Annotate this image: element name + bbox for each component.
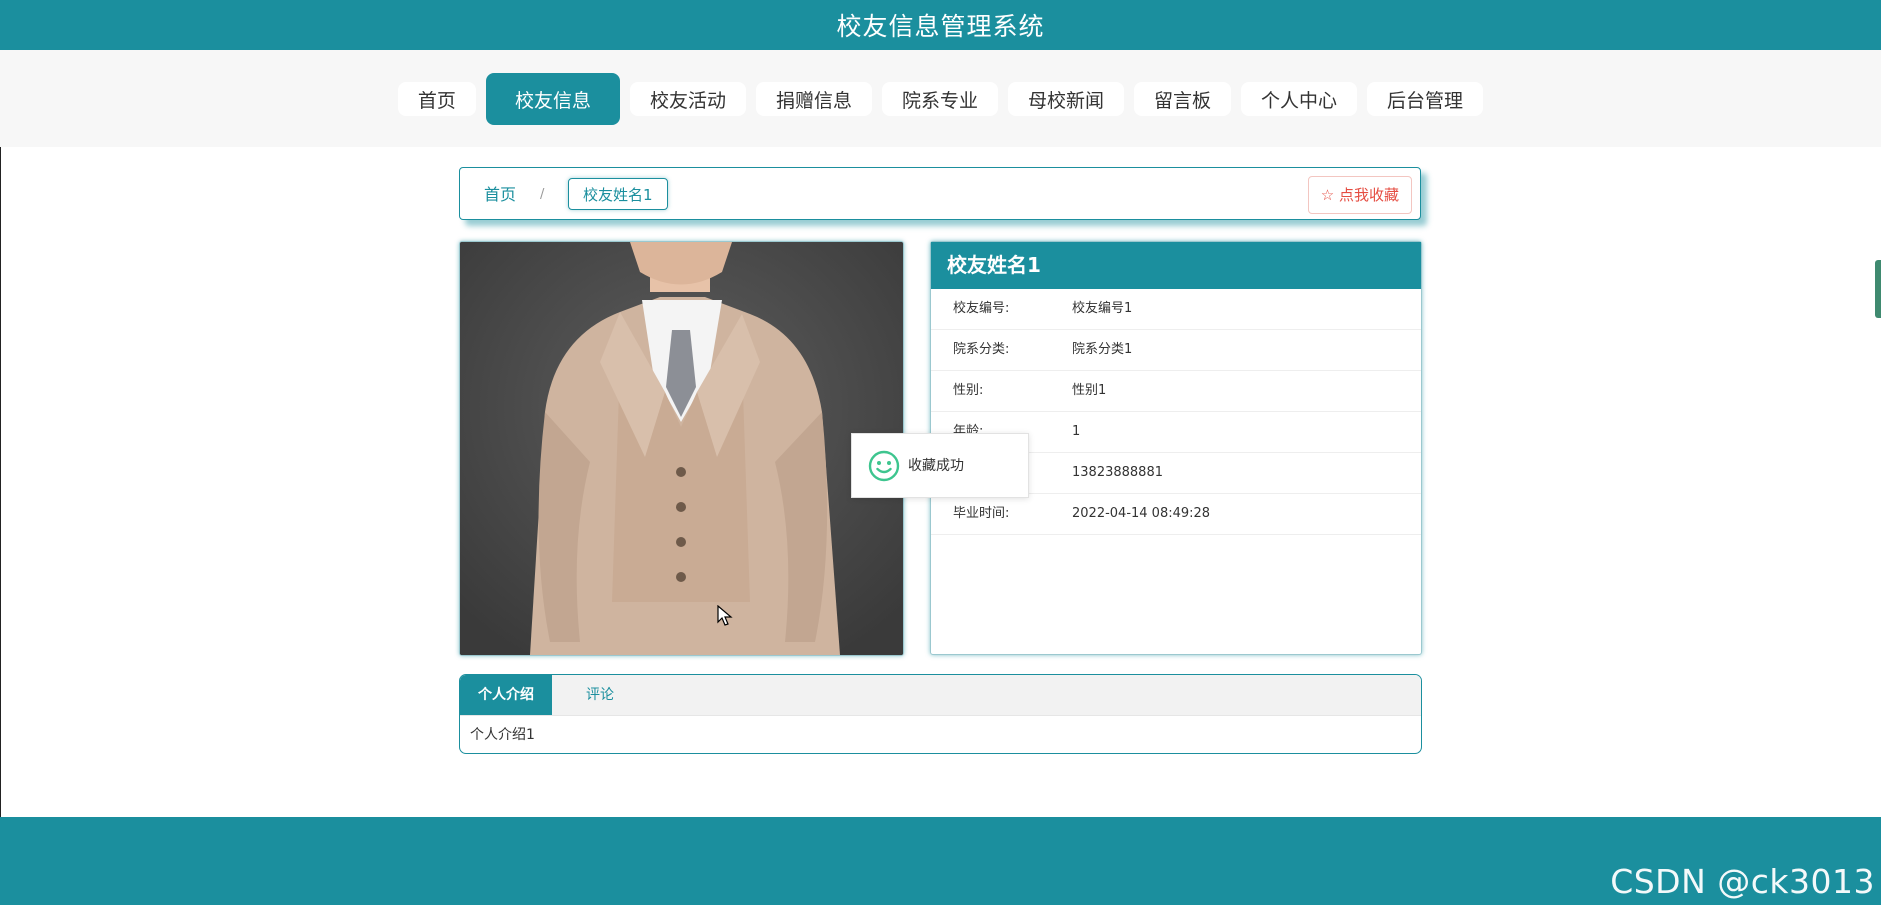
info-value: 13823888881	[1072, 465, 1163, 480]
site-header: 校友信息管理系统	[0, 0, 1881, 50]
info-key: 院系分类:	[953, 342, 1010, 357]
nav-item-admin[interactable]: 后台管理	[1367, 82, 1484, 116]
nav-item-alumni-activities[interactable]: 校友活动	[629, 82, 746, 116]
info-value: 校友编号1	[1072, 301, 1133, 316]
breadcrumb-current: 校友姓名1	[568, 178, 668, 210]
toast-message: 收藏成功	[908, 458, 964, 474]
smile-icon	[868, 450, 900, 482]
main-nav: 首页 校友信息 校友活动 捐赠信息 院系专业 母校新闻 留言板 个人中心 后台管…	[0, 73, 1881, 125]
mouse-cursor-icon	[717, 605, 733, 626]
nav-item-departments[interactable]: 院系专业	[881, 82, 998, 116]
info-key: 性别:	[953, 383, 984, 398]
tab-header: 个人介绍 评论	[460, 675, 1421, 716]
breadcrumb: 首页 / 校友姓名1 ☆ 点我收藏	[459, 167, 1421, 220]
info-value: 1	[1072, 424, 1081, 439]
tab-comments[interactable]: 评论	[552, 675, 648, 715]
scrollbar-thumb[interactable]	[1875, 260, 1881, 318]
nav-item-donations[interactable]: 捐赠信息	[755, 82, 872, 116]
nav-item-school-news[interactable]: 母校新闻	[1008, 82, 1125, 116]
breadcrumb-separator: /	[540, 187, 545, 202]
breadcrumb-home-link[interactable]: 首页	[484, 168, 516, 221]
detail-tabs: 个人介绍 评论 个人介绍1	[459, 674, 1422, 754]
tab-personal-intro[interactable]: 个人介绍	[460, 675, 552, 715]
info-key: 校友编号:	[953, 301, 1010, 316]
favorite-button[interactable]: ☆ 点我收藏	[1307, 176, 1412, 214]
alumni-name-heading: 校友姓名1	[931, 242, 1421, 289]
info-row-gender: 性别: 性别1	[931, 371, 1421, 412]
nav-item-message-board[interactable]: 留言板	[1134, 82, 1232, 116]
tab-content: 个人介绍1	[470, 727, 535, 743]
nav-item-personal-center[interactable]: 个人中心	[1241, 82, 1358, 116]
info-key: 毕业时间:	[953, 506, 1010, 521]
watermark: CSDN @ck3013	[1610, 862, 1875, 901]
site-title: 校友信息管理系统	[836, 12, 1045, 41]
success-toast: 收藏成功	[851, 433, 1029, 498]
person-photo-illustration	[460, 242, 903, 655]
window-edge	[0, 147, 1, 817]
site-footer	[0, 817, 1881, 905]
nav-item-home[interactable]: 首页	[397, 82, 476, 116]
nav-item-alumni-info[interactable]: 校友信息	[485, 73, 620, 125]
info-value: 2022-04-14 08:49:28	[1072, 506, 1211, 521]
info-row-graduation-time: 毕业时间: 2022-04-14 08:49:28	[931, 494, 1421, 535]
alumni-photo	[459, 241, 904, 656]
info-row-department: 院系分类: 院系分类1	[931, 330, 1421, 371]
info-row-alumni-id: 校友编号: 校友编号1	[931, 289, 1421, 330]
info-value: 性别1	[1072, 383, 1107, 398]
info-value: 院系分类1	[1072, 342, 1133, 357]
